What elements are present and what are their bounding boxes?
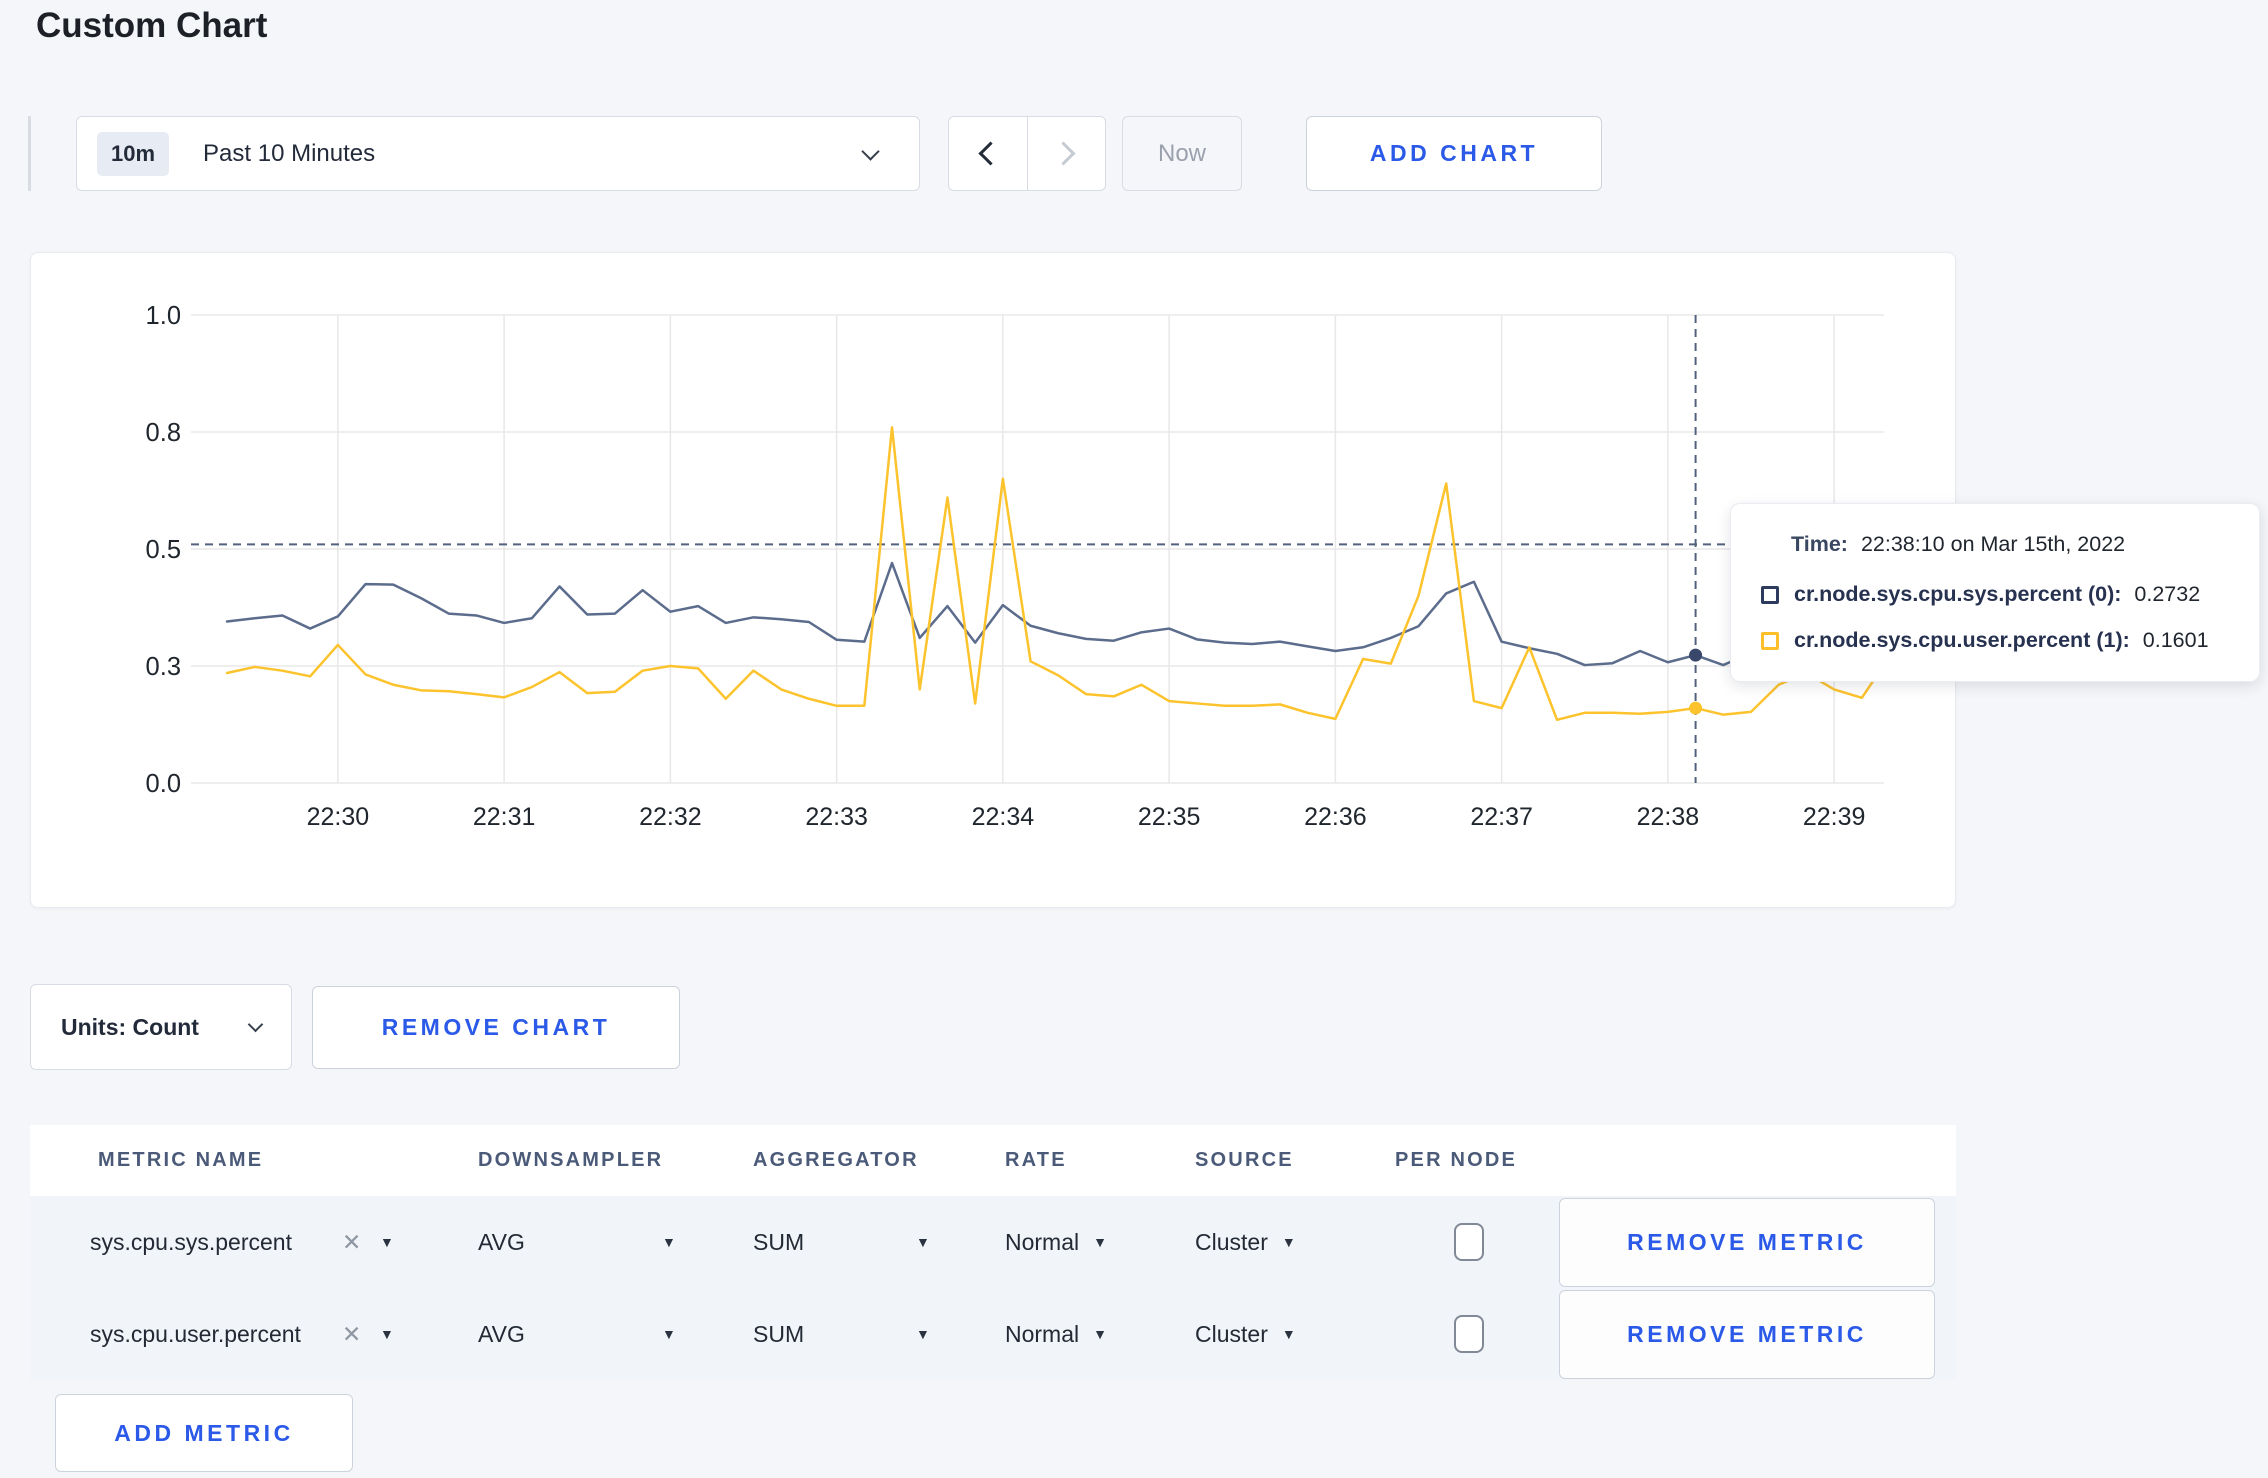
chart-card: 0.0 0.3 0.5 0.8 1.0 22:30 22:31 22:32 22:33 22:34… <box>30 252 1956 908</box>
time-range-select[interactable]: 10m Past 10 Minutes <box>76 116 920 191</box>
dropdown-caret-icon: ▼ <box>1281 1326 1296 1342</box>
tooltip-series-value: 0.2732 <box>2134 582 2201 606</box>
dropdown-caret-icon: ▼ <box>662 1234 676 1250</box>
metrics-table-rows: sys.cpu.sys.percent ✕ ▼ AVG ▼ SUM ▼ Normal ▼ Clus… <box>30 1196 1956 1380</box>
tooltip-time-value: 22:38:10 on Mar 15th, 2022 <box>1860 532 2126 556</box>
x-tick-label: 22:30 <box>307 803 370 831</box>
dropdown-caret-icon: ▼ <box>1093 1234 1107 1250</box>
tooltip-time-label: Time: <box>1791 532 1848 556</box>
per-node-checkbox[interactable] <box>1454 1315 1484 1353</box>
tooltip-time-row: Time: 22:38:10 on Mar 15th, 2022 <box>1791 532 2125 557</box>
x-tick-label: 22:37 <box>1470 803 1533 831</box>
dropdown-caret-icon: ▼ <box>662 1326 676 1342</box>
add-chart-button[interactable]: ADD CHART <box>1306 116 1602 191</box>
dropdown-caret-icon: ▼ <box>916 1234 930 1250</box>
x-tick-label: 22:39 <box>1803 803 1866 831</box>
dropdown-caret-icon: ▼ <box>916 1326 930 1342</box>
x-tick-label: 22:38 <box>1637 803 1700 831</box>
rate-value: Normal <box>1005 1320 1080 1347</box>
dropdown-caret-icon: ▼ <box>1281 1234 1296 1250</box>
per-node-checkbox[interactable] <box>1454 1223 1484 1261</box>
tooltip-series-label: cr.node.sys.cpu.sys.percent (0): <box>1794 582 2122 606</box>
series-color-swatch <box>1761 631 1779 650</box>
header-cell-source: SOURCE <box>1195 1149 1294 1171</box>
metric-row: sys.cpu.sys.percent ✕ ▼ AVG ▼ SUM ▼ Normal ▼ Clus… <box>30 1196 1956 1288</box>
header-cell-downsampler: DOWNSAMPLER <box>478 1149 664 1171</box>
hover-point <box>1689 701 1703 715</box>
chevron-right-icon <box>1051 141 1076 166</box>
y-tick-label: 0.0 <box>146 770 181 798</box>
time-range-badge: 10m <box>97 131 170 176</box>
series-color-swatch <box>1761 585 1779 604</box>
aggregator-value: SUM <box>753 1320 805 1347</box>
metric-name-value: sys.cpu.user.percent <box>90 1320 301 1347</box>
header-cell-aggregator: AGGREGATOR <box>753 1149 919 1171</box>
x-tick-label: 22:31 <box>473 803 536 831</box>
rate-value: Normal <box>1005 1228 1080 1255</box>
custom-chart-page: Custom Chart 10m Past 10 Minutes Now ADD… <box>0 0 2268 1478</box>
dropdown-caret-icon: ▼ <box>1093 1326 1107 1342</box>
y-tick-label: 0.8 <box>146 419 181 447</box>
time-nav-arrows <box>948 116 1106 191</box>
now-button[interactable]: Now <box>1122 116 1242 191</box>
series-line-1 <box>225 426 1891 722</box>
x-tick-label: 22:32 <box>639 803 702 831</box>
tooltip-series-label: cr.node.sys.cpu.user.percent (1): <box>1794 628 2130 652</box>
aggregator-value: SUM <box>753 1228 805 1255</box>
x-tick-label: 22:36 <box>1304 803 1367 831</box>
metric-name-value: sys.cpu.sys.percent <box>90 1228 292 1255</box>
aggregator-select[interactable]: SUM ▼ <box>753 1196 953 1288</box>
header-cell-metric-name: METRIC NAME <box>98 1149 264 1171</box>
clear-metric-icon[interactable]: ✕ <box>342 1321 361 1348</box>
x-tick-label: 22:34 <box>972 803 1035 831</box>
dropdown-caret-icon: ▼ <box>380 1234 394 1250</box>
remove-metric-button[interactable]: REMOVE METRIC <box>1559 1198 1935 1287</box>
source-select[interactable]: Cluster ▼ <box>1195 1196 1296 1288</box>
x-tick-label: 22:33 <box>805 803 868 831</box>
x-tick-label: 22:35 <box>1138 803 1201 831</box>
aggregator-select[interactable]: SUM ▼ <box>753 1288 953 1380</box>
tooltip-series-row: cr.node.sys.cpu.user.percent (1): 0.1601 <box>1761 628 2209 653</box>
rate-select[interactable]: Normal ▼ <box>1005 1288 1107 1380</box>
chart-tooltip: Time: 22:38:10 on Mar 15th, 2022 cr.node… <box>1730 503 2260 682</box>
tooltip-series-row: cr.node.sys.cpu.sys.percent (0): 0.2732 <box>1761 582 2200 607</box>
series-line-0 <box>225 561 1891 667</box>
rate-select[interactable]: Normal ▼ <box>1005 1196 1107 1288</box>
cpu-usage-chart[interactable]: 0.0 0.3 0.5 0.8 1.0 22:30 22:31 22:32 22:33 22:34… <box>31 253 1957 909</box>
header-cell-rate: RATE <box>1005 1149 1067 1171</box>
downsampler-value: AVG <box>478 1228 525 1255</box>
dropdown-caret-icon: ▼ <box>380 1326 394 1342</box>
chevron-left-icon <box>978 141 1003 166</box>
downsampler-select[interactable]: AVG ▼ <box>478 1288 698 1380</box>
metric-row: sys.cpu.user.percent ✕ ▼ AVG ▼ SUM ▼ Normal ▼ Clu… <box>30 1288 1956 1380</box>
metric-name-select[interactable]: sys.cpu.sys.percent ✕ ▼ <box>90 1196 410 1288</box>
clear-metric-icon[interactable]: ✕ <box>342 1229 361 1256</box>
y-tick-label: 0.3 <box>146 653 181 681</box>
header-cell-per-node: PER NODE <box>1395 1149 1518 1171</box>
metric-name-select[interactable]: sys.cpu.user.percent ✕ ▼ <box>90 1288 410 1380</box>
hover-point <box>1689 648 1703 662</box>
toolbar-divider <box>28 116 31 191</box>
units-select[interactable]: Units: Count <box>30 984 292 1070</box>
downsampler-value: AVG <box>478 1320 525 1347</box>
downsampler-select[interactable]: AVG ▼ <box>478 1196 698 1288</box>
add-metric-button[interactable]: ADD METRIC <box>55 1394 353 1472</box>
next-time-button[interactable] <box>1026 117 1106 190</box>
page-title: Custom Chart <box>36 6 268 45</box>
remove-metric-button[interactable]: REMOVE METRIC <box>1559 1290 1935 1379</box>
remove-chart-button[interactable]: REMOVE CHART <box>312 986 680 1069</box>
source-select[interactable]: Cluster ▼ <box>1195 1288 1296 1380</box>
source-value: Cluster <box>1195 1228 1268 1255</box>
time-range-label: Past 10 Minutes <box>203 139 376 167</box>
chevron-down-icon <box>247 1016 264 1033</box>
chevron-down-icon <box>861 142 880 161</box>
source-value: Cluster <box>1195 1320 1268 1347</box>
prev-time-button[interactable] <box>949 117 1027 190</box>
y-tick-label: 0.5 <box>146 536 181 564</box>
metrics-table-header: METRIC NAME DOWNSAMPLER AGGREGATOR RATE SOUR… <box>30 1125 1956 1196</box>
units-label: Units: Count <box>61 1013 199 1040</box>
y-tick-label: 1.0 <box>146 302 181 330</box>
tooltip-series-value: 0.1601 <box>2142 628 2209 652</box>
